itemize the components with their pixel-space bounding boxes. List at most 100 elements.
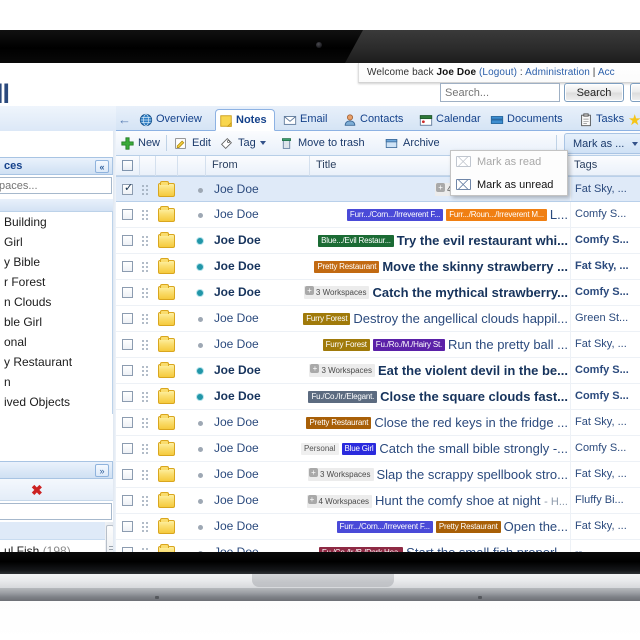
folder-icon — [158, 258, 175, 274]
drag-handle-icon[interactable] — [142, 288, 149, 298]
table-row[interactable]: Joe Doe Furry Forest Destroy the angellica… — [116, 306, 640, 332]
tags-filter-input[interactable] — [0, 503, 112, 520]
envelope-open-icon — [456, 156, 471, 167]
header-from[interactable]: From — [206, 156, 310, 176]
tab-overview[interactable]: Overview — [136, 109, 212, 131]
drag-handle-icon[interactable] — [142, 340, 149, 350]
edit-button[interactable]: Edit — [174, 134, 211, 153]
table-row[interactable]: Joe Doe 3 WorkspacesSlap the scrappy spel… — [116, 462, 640, 488]
row-checkbox[interactable] — [122, 365, 133, 376]
drag-handle-icon[interactable] — [142, 314, 149, 324]
tab-notes[interactable]: Notes — [215, 109, 275, 131]
tab-tasks[interactable]: Tasks — [576, 109, 630, 131]
drag-handle-icon[interactable] — [142, 392, 149, 402]
advanced-search-button[interactable] — [630, 83, 640, 102]
drag-handle-icon[interactable] — [142, 522, 149, 532]
row-checkbox[interactable] — [122, 443, 133, 454]
table-row[interactable]: Joe Doe Fu./Co./Ir./B./Dark Hea.Start the… — [116, 540, 640, 552]
tag-button[interactable]: Tag — [220, 134, 268, 153]
sidebar-item-ived-objects[interactable]: ived Objects — [0, 392, 112, 412]
favorite-star-icon[interactable]: ★ — [628, 111, 640, 129]
tab-documents[interactable]: Documents — [487, 109, 573, 131]
sidebar-item-ble-girl[interactable]: ble Girl — [0, 312, 112, 332]
administration-link[interactable]: Administration — [525, 67, 590, 78]
drag-handle-icon[interactable] — [142, 470, 149, 480]
table-row[interactable]: Joe Doe Pretty Restaurant Move the skinny … — [116, 254, 640, 280]
sidebar-item-n[interactable]: n — [0, 372, 112, 392]
row-checkbox[interactable] — [122, 313, 133, 324]
note-icon — [220, 115, 232, 127]
table-row[interactable]: Joe Doe Furr.../Corn.../Irreverent F... Pr… — [116, 514, 640, 540]
move-to-trash-button[interactable]: Move to trash — [280, 134, 365, 153]
tag-list-item[interactable]: ul Fish (198) — [0, 540, 112, 552]
sidebar-item-n-clouds[interactable]: n Clouds — [0, 292, 112, 312]
folder-icon — [158, 518, 175, 534]
row-checkbox[interactable] — [122, 521, 133, 532]
sidebar-grid-divider[interactable] — [113, 131, 116, 552]
table-row[interactable]: Joe Doe 3 WorkspacesEat the violent devil… — [116, 358, 640, 384]
table-row[interactable]: Joe Doe Furr.../Corn.../Irreverent F... Fu… — [116, 202, 640, 228]
drag-handle-icon[interactable] — [142, 418, 149, 428]
tags-list-selected-row[interactable] — [0, 522, 112, 540]
tab-contacts-label: Contacts — [360, 113, 404, 125]
sidebar-item-building[interactable]: Building — [0, 212, 112, 232]
search-input[interactable] — [440, 83, 560, 102]
table-row[interactable]: Joe Doe Furry Forest Fu./Ro./M./Hairy St. R… — [116, 332, 640, 358]
search-button[interactable]: Search — [564, 83, 624, 102]
row-checkbox[interactable] — [122, 235, 133, 246]
folder-icon — [158, 440, 175, 456]
table-row[interactable]: Joe Doe Blue.../Evil Restaur... Try the ev… — [116, 228, 640, 254]
row-checkbox[interactable] — [122, 391, 133, 402]
mark-as-dropdown-button[interactable]: Mark as ... — [564, 133, 640, 154]
sidebar-item-girl[interactable]: Girl — [0, 232, 112, 252]
tab-calendar[interactable]: Calendar — [416, 109, 488, 131]
row-checkbox[interactable] — [122, 339, 133, 350]
menu-item-mark-as-unread[interactable]: Mark as unread — [451, 174, 567, 197]
archive-button[interactable]: Archive — [385, 134, 440, 153]
tab-email[interactable]: Email — [280, 109, 338, 131]
sidebar-item-y-restaurant[interactable]: y Restaurant — [0, 352, 112, 372]
row-checkbox[interactable] — [122, 469, 133, 480]
delete-icon[interactable]: ✖ — [31, 482, 43, 499]
row-tags: Comfy S... — [570, 228, 638, 253]
row-tags: -- — [570, 540, 638, 552]
row-checkbox[interactable] — [122, 209, 133, 220]
row-title: Close the red keys in the fridge ... — [374, 415, 568, 430]
sidebar-item-onal[interactable]: onal — [0, 332, 112, 352]
menu-item-mark-as-read[interactable]: Mark as read — [451, 151, 567, 174]
drag-handle-icon[interactable] — [142, 262, 149, 272]
drag-handle-icon[interactable] — [142, 444, 149, 454]
workspaces-filter-input[interactable] — [0, 177, 112, 194]
row-checkbox[interactable] — [122, 495, 133, 506]
base-edge — [0, 588, 640, 601]
row-checkbox[interactable] — [122, 181, 133, 195]
sidebar-item-r-forest[interactable]: r Forest — [0, 272, 112, 292]
new-button[interactable]: New — [120, 134, 160, 153]
header-tags[interactable]: Tags — [568, 156, 640, 176]
mark-as-label: Mark as ... — [573, 138, 625, 150]
row-checkbox[interactable] — [122, 417, 133, 428]
drag-handle-icon[interactable] — [142, 210, 149, 220]
expand-panel-icon[interactable]: » — [95, 464, 109, 477]
row-from: Joe Doe — [214, 545, 259, 552]
table-row[interactable]: Joe Doe Fu./Co./Ir./Elegant. Close the squ… — [116, 384, 640, 410]
sidebar-item-y-bible[interactable]: y Bible — [0, 252, 112, 272]
drag-handle-icon[interactable] — [142, 185, 149, 195]
table-row[interactable]: Joe Doe 4 WorkspacesHunt the comfy shoe a… — [116, 488, 640, 514]
row-checkbox[interactable] — [122, 547, 133, 552]
drag-handle-icon[interactable] — [142, 548, 149, 552]
collapse-panel-icon[interactable]: « — [95, 160, 109, 173]
row-tags: Comfy S... — [570, 280, 638, 305]
row-checkbox[interactable] — [122, 287, 133, 298]
table-row[interactable]: Joe Doe 3 WorkspacesCatch the mythical st… — [116, 280, 640, 306]
row-checkbox[interactable] — [122, 261, 133, 272]
table-row[interactable]: Joe Doe Pretty Restaurant Close the red ke… — [116, 410, 640, 436]
account-link[interactable]: Acc — [598, 67, 615, 78]
drag-handle-icon[interactable] — [142, 366, 149, 376]
back-arrow-icon[interactable]: ← — [118, 113, 132, 127]
logout-link[interactable]: (Logout) — [479, 67, 517, 78]
drag-handle-icon[interactable] — [142, 236, 149, 246]
table-row[interactable]: Joe Doe Personal Blue Girl Catch the small … — [116, 436, 640, 462]
drag-handle-icon[interactable] — [142, 496, 149, 506]
tab-contacts[interactable]: Contacts — [340, 109, 412, 131]
